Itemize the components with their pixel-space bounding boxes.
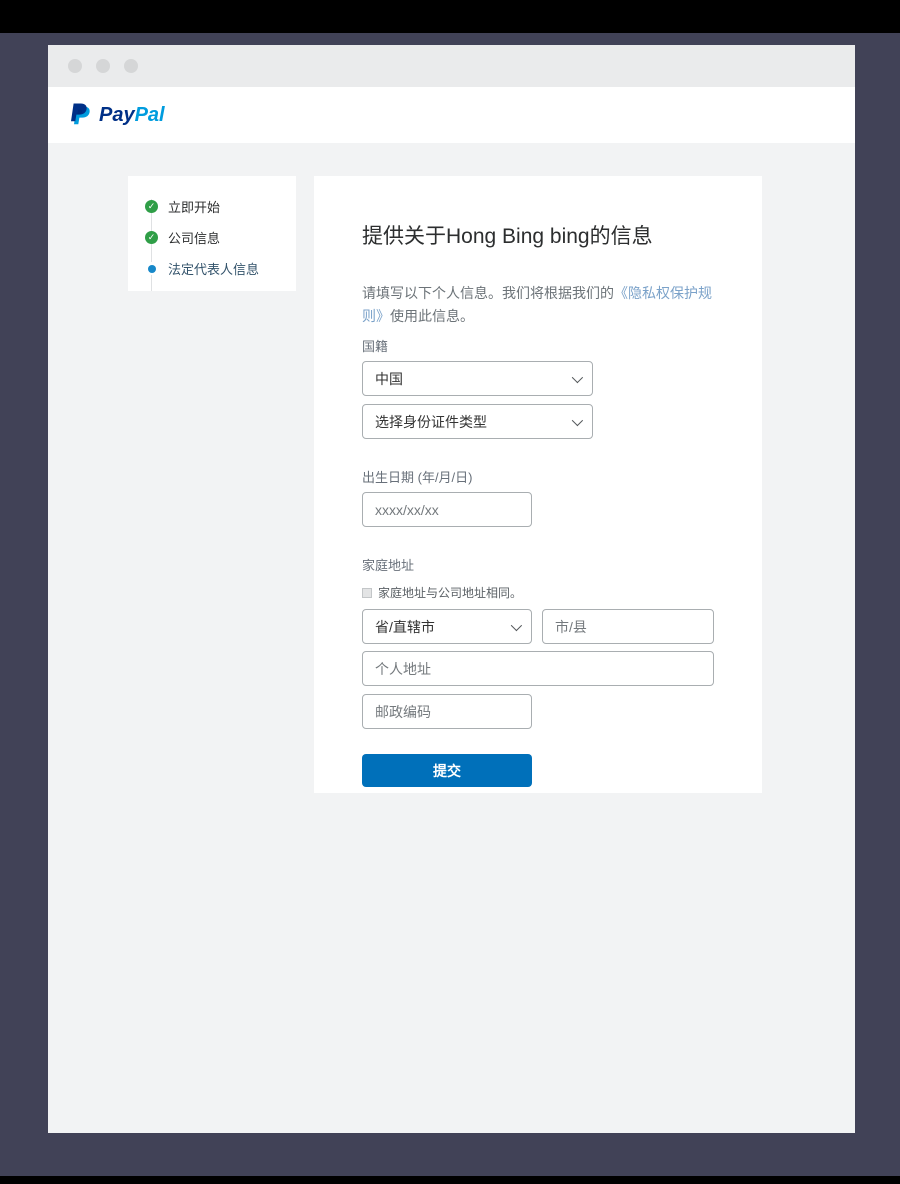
progress-sidebar: ✓ 立即开始 ✓ 公司信息 法定代表人信息 (128, 176, 296, 291)
check-circle-icon: ✓ (145, 231, 158, 244)
form-panel: 提供关于Hong Bing bing的信息 请填写以下个人信息。我们将根据我们的… (314, 176, 762, 793)
sidebar-step-get-started[interactable]: ✓ 立即开始 (145, 191, 296, 222)
id-type-select[interactable]: 选择身份证件类型 (362, 404, 593, 439)
window-titlebar (48, 45, 855, 87)
window-control-dot-icon (68, 59, 82, 73)
step-label: 立即开始 (168, 197, 220, 216)
chevron-down-icon (572, 371, 583, 382)
province-city-row: 省/直辖市 (362, 609, 714, 644)
logo-pay-text: Pay (99, 104, 135, 126)
nationality-select[interactable]: 中国 (362, 361, 593, 396)
app-header: PayPal (48, 87, 855, 143)
intro-text: 请填写以下个人信息。我们将根据我们的《隐私权保护规则》使用此信息。 (362, 282, 714, 328)
street-address-input[interactable] (362, 651, 714, 686)
nationality-value: 中国 (375, 369, 403, 389)
blue-dot-icon (145, 262, 158, 275)
dob-input[interactable] (362, 492, 532, 527)
paypal-logo: PayPal (68, 101, 165, 129)
chevron-down-icon (572, 414, 583, 425)
province-value: 省/直辖市 (375, 617, 435, 637)
sidebar-step-company-info[interactable]: ✓ 公司信息 (145, 222, 296, 253)
home-address-label: 家庭地址 (362, 555, 714, 574)
paypal-monogram-icon (68, 101, 92, 129)
window-control-dot-icon (96, 59, 110, 73)
stepper: ✓ 立即开始 ✓ 公司信息 法定代表人信息 (145, 191, 296, 284)
step-label: 法定代表人信息 (168, 259, 259, 278)
chevron-down-icon (511, 619, 522, 630)
page-content: ✓ 立即开始 ✓ 公司信息 法定代表人信息 提供关于Hong Bing bing… (48, 143, 855, 1133)
paypal-wordmark: PayPal (99, 104, 165, 127)
window-control-dot-icon (124, 59, 138, 73)
nationality-label: 国籍 (362, 336, 714, 355)
same-address-checkbox[interactable] (362, 588, 372, 598)
page-title: 提供关于Hong Bing bing的信息 (362, 220, 714, 250)
dob-label: 出生日期 (年/月/日) (362, 467, 714, 486)
province-select[interactable]: 省/直辖市 (362, 609, 532, 644)
browser-window: PayPal ✓ 立即开始 ✓ 公司信息 法定代表人信息 (48, 45, 855, 1133)
sidebar-step-legal-rep-info[interactable]: 法定代表人信息 (145, 253, 296, 284)
submit-button[interactable]: 提交 (362, 754, 532, 787)
step-label: 公司信息 (168, 228, 220, 247)
same-address-checkbox-row: 家庭地址与公司地址相同。 (362, 584, 714, 601)
city-input[interactable] (542, 609, 714, 644)
bottom-bar (0, 1176, 900, 1184)
id-type-value: 选择身份证件类型 (375, 412, 487, 432)
logo-pal-text: Pal (135, 104, 165, 126)
postal-code-input[interactable] (362, 694, 532, 729)
same-address-checkbox-label: 家庭地址与公司地址相同。 (378, 584, 522, 601)
check-circle-icon: ✓ (145, 200, 158, 213)
